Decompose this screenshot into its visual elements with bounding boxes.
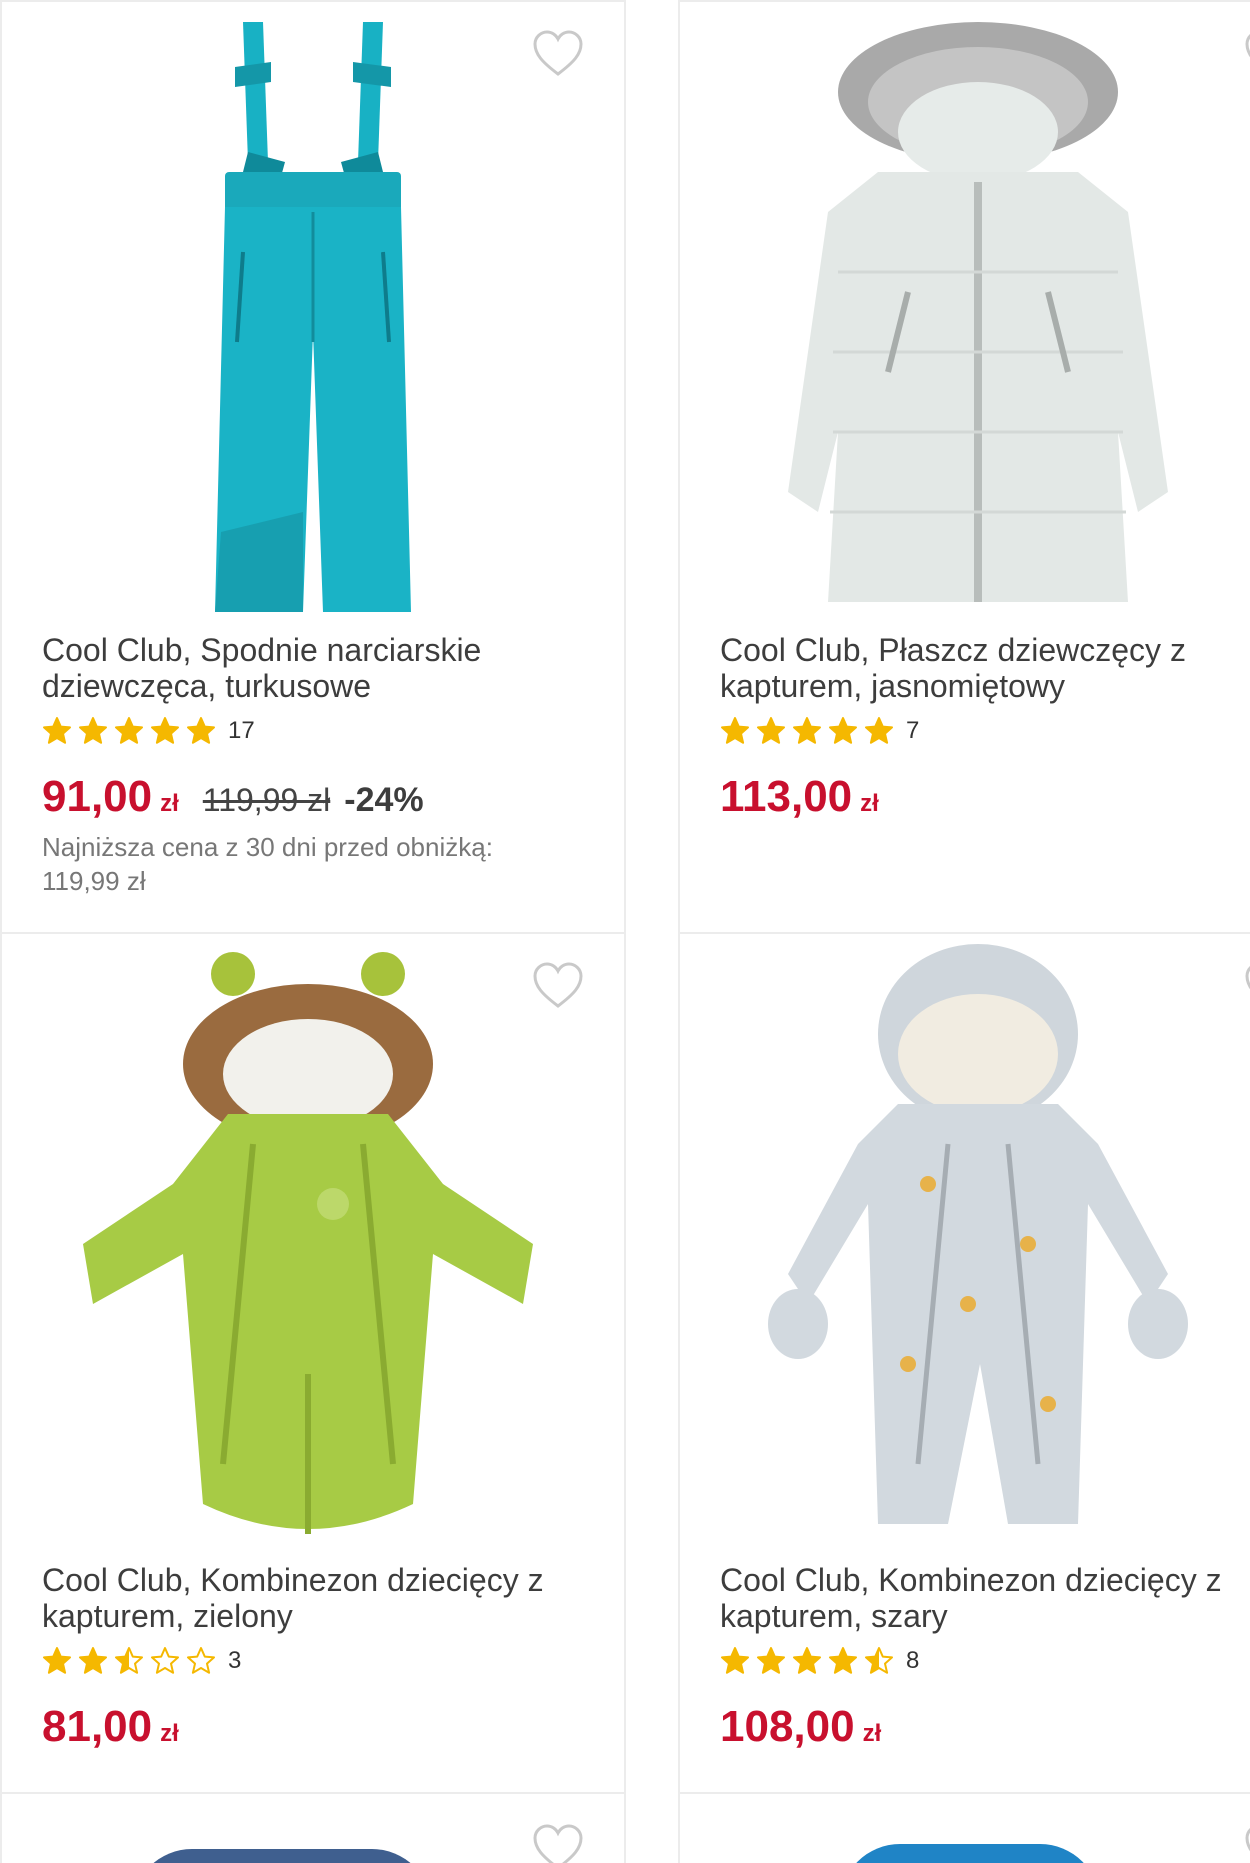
rating-stars xyxy=(42,716,216,746)
review-count: 7 xyxy=(906,717,920,744)
product-title[interactable]: Cool Club, Płaszcz dziewczęcy z kapturem… xyxy=(720,632,1236,704)
star-icon xyxy=(865,1647,893,1674)
star-icon xyxy=(43,717,71,744)
review-count: 8 xyxy=(906,1647,920,1674)
favorite-heart-icon[interactable] xyxy=(532,1824,584,1863)
star-icon xyxy=(115,717,143,744)
favorite-heart-icon[interactable] xyxy=(532,30,584,78)
star-icon xyxy=(151,1647,179,1674)
product-title[interactable]: Cool Club, Kombinezon dziecięcy z kaptur… xyxy=(42,1562,584,1634)
review-count: 17 xyxy=(228,717,255,744)
product-card[interactable]: Cool Club, Kombinezon dziecięcy z kaptur… xyxy=(0,932,626,1794)
product-grid: Cool Club, Spodnie narciarskie dziewczęc… xyxy=(0,0,1250,1863)
star-icon xyxy=(829,717,857,744)
rating-stars xyxy=(42,1646,216,1676)
rating-stars xyxy=(720,1646,894,1676)
product-card[interactable]: Cool Club, Kombinezon dziecięcy z kaptur… xyxy=(678,932,1250,1794)
product-image-ski-pants[interactable] xyxy=(2,2,624,622)
product-card[interactable]: Cool Club, Płaszcz dziewczęcy z kapturem… xyxy=(678,0,1250,934)
price-row: 113,00 zł xyxy=(720,772,879,822)
product-title[interactable]: Cool Club, Spodnie narciarskie dziewczęc… xyxy=(42,632,584,704)
product-image-green-snowsuit[interactable] xyxy=(2,934,624,1554)
product-rating: 17 xyxy=(42,714,255,748)
product-rating: 8 xyxy=(720,1644,919,1678)
current-price: 113,00 xyxy=(720,772,853,821)
product-image-grey-snowsuit[interactable] xyxy=(680,934,1250,1554)
product-rating: 7 xyxy=(720,714,919,748)
favorite-heart-icon[interactable] xyxy=(1244,30,1250,78)
star-icon xyxy=(187,717,215,744)
currency: zł xyxy=(862,1720,882,1747)
price-row: 108,00 zł xyxy=(720,1702,881,1752)
lowest-price-label: Najniższa cena z 30 dni przed obniżką: xyxy=(42,832,493,862)
currency: zł xyxy=(160,1720,179,1747)
product-image-partial[interactable] xyxy=(840,1844,1100,1863)
star-icon xyxy=(43,1647,71,1674)
lowest-price-note: Najniższa cena z 30 dni przed obniżką: 1… xyxy=(42,830,582,898)
product-card[interactable]: Cool Club, Spodnie narciarskie dziewczęc… xyxy=(0,0,626,934)
discount-badge: -24% xyxy=(344,781,424,819)
current-price: 81,00 xyxy=(42,1702,153,1751)
currency: zł xyxy=(160,790,179,817)
star-icon xyxy=(721,1647,749,1674)
product-title[interactable]: Cool Club, Kombinezon dziecięcy z kaptur… xyxy=(720,1562,1236,1634)
product-image-coat[interactable] xyxy=(680,2,1250,622)
review-count: 3 xyxy=(228,1647,242,1674)
lowest-price-value: 119,99 zł xyxy=(42,866,146,896)
price-row: 91,00 zł 119,99 zł -24% xyxy=(42,772,424,822)
star-icon xyxy=(865,717,893,744)
current-price: 91,00 xyxy=(42,772,153,821)
product-card[interactable] xyxy=(0,1792,626,1863)
product-image-partial[interactable] xyxy=(132,1849,432,1863)
current-price: 108,00 xyxy=(720,1702,855,1751)
favorite-heart-icon[interactable] xyxy=(1244,962,1250,1010)
favorite-heart-icon[interactable] xyxy=(532,962,584,1010)
star-icon xyxy=(793,1647,821,1674)
star-icon xyxy=(187,1647,215,1674)
star-icon xyxy=(757,1647,785,1674)
star-icon xyxy=(721,717,749,744)
price-row: 81,00 zł xyxy=(42,1702,179,1752)
star-icon xyxy=(79,717,107,744)
currency: zł xyxy=(860,790,879,817)
star-icon xyxy=(151,717,179,744)
star-icon xyxy=(829,1647,857,1674)
product-card[interactable] xyxy=(678,1792,1250,1863)
old-price: 119,99 zł xyxy=(202,782,331,818)
favorite-heart-icon[interactable] xyxy=(1244,1824,1250,1863)
star-icon xyxy=(757,717,785,744)
star-icon xyxy=(115,1647,143,1674)
star-icon xyxy=(793,717,821,744)
star-icon xyxy=(79,1647,107,1674)
rating-stars xyxy=(720,716,894,746)
product-rating: 3 xyxy=(42,1644,241,1678)
